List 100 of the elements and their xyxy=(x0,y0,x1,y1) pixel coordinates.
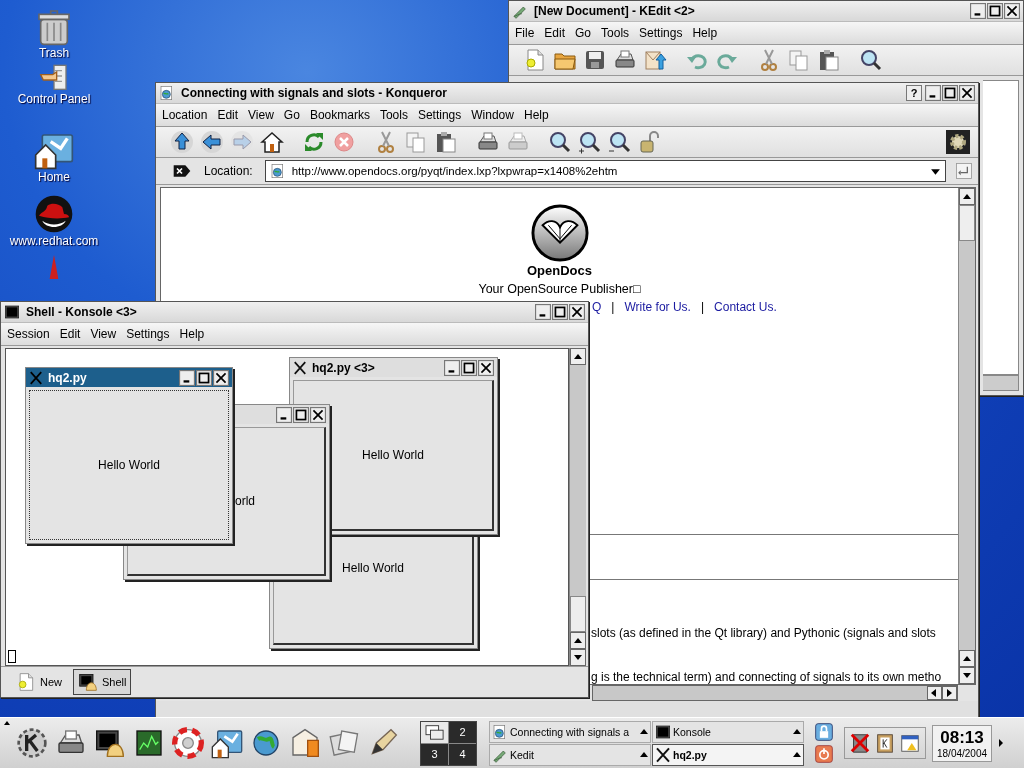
terminal-shell-icon[interactable] xyxy=(94,727,126,759)
magnifier-icon[interactable] xyxy=(548,130,572,154)
home-folder-icon[interactable] xyxy=(211,727,243,759)
desktop-icon-label[interactable]: Trash xyxy=(38,46,70,60)
desktop-icon-label[interactable]: Control Panel xyxy=(17,92,91,106)
k-menu-icon[interactable] xyxy=(16,727,48,759)
menu-item[interactable]: View xyxy=(90,327,117,341)
task-button[interactable]: Kedit xyxy=(489,743,651,766)
envelope-icon[interactable] xyxy=(643,48,667,72)
home-icon[interactable] xyxy=(260,130,284,154)
horizontal-scrollbar[interactable] xyxy=(592,685,958,701)
desktop-button[interactable]: 2 xyxy=(449,721,476,743)
logout-icon[interactable] xyxy=(814,744,834,764)
window-title: Connecting with signals and slots - Konqueror xyxy=(181,86,447,100)
close-icon[interactable] xyxy=(959,85,975,101)
globe-page-icon xyxy=(492,723,508,740)
desktop-button[interactable]: 3 xyxy=(421,743,448,765)
text-editor-area[interactable] xyxy=(983,80,1019,375)
lock-screen-icon[interactable] xyxy=(814,722,834,742)
nav-link[interactable]: Q xyxy=(592,300,602,314)
maximize-icon[interactable] xyxy=(461,359,477,376)
maximize-icon[interactable] xyxy=(196,369,212,386)
menu-item[interactable]: Edit xyxy=(59,327,81,341)
minimize-icon[interactable] xyxy=(444,359,460,376)
padlock-icon[interactable] xyxy=(638,130,662,154)
menu-item[interactable]: Window xyxy=(471,108,514,122)
close-icon[interactable] xyxy=(478,359,494,376)
desktop-icon-label[interactable]: Home xyxy=(38,170,70,184)
mail-icon[interactable] xyxy=(289,727,321,759)
browser-page-icon xyxy=(159,85,175,101)
text-cursor xyxy=(8,650,16,663)
close-icon[interactable] xyxy=(310,406,326,423)
url-field[interactable]: http://www.opendocs.org/pyqt/index.lxp?lxpwrap=x1408%2ehtm xyxy=(264,160,946,182)
help-button[interactable]: ? xyxy=(906,85,922,101)
clock-time: 08:13 xyxy=(940,727,984,748)
clipboard-crossed-icon[interactable] xyxy=(849,732,871,754)
lifebuoy-icon[interactable] xyxy=(172,727,204,759)
menu-item[interactable]: Settings xyxy=(417,108,462,122)
desktop-button[interactable] xyxy=(421,721,448,743)
x-logo-icon xyxy=(293,360,307,375)
maximize-icon[interactable] xyxy=(552,304,568,320)
globe-icon[interactable] xyxy=(250,727,282,759)
menu-item[interactable]: Go xyxy=(575,26,592,40)
minimize-icon[interactable] xyxy=(179,369,195,386)
close-icon[interactable] xyxy=(213,369,229,386)
nav-link[interactable]: Write for Us. xyxy=(624,300,691,314)
menu-item[interactable]: Tools xyxy=(601,26,630,40)
task-button[interactable]: Connecting with signals a xyxy=(489,720,651,743)
maximize-icon[interactable] xyxy=(942,85,958,101)
menu-item[interactable]: Edit xyxy=(544,26,566,40)
menu-item[interactable]: Edit xyxy=(217,108,239,122)
minimize-icon[interactable] xyxy=(925,85,941,101)
zoom-in-icon[interactable] xyxy=(578,130,602,154)
vertical-scrollbar[interactable] xyxy=(958,188,975,684)
nav-link[interactable]: Contact Us. xyxy=(714,300,777,314)
location-label: Location: xyxy=(204,164,253,178)
clipboard-icon[interactable] xyxy=(874,732,896,754)
paragraph-text: g is the technical term) and connecting of signals to its own metho xyxy=(590,670,943,684)
calendar-icon[interactable] xyxy=(899,732,921,754)
system-monitor-icon[interactable] xyxy=(133,727,165,759)
menu-item[interactable]: File xyxy=(515,26,535,40)
task-button[interactable]: Konsole xyxy=(652,720,804,743)
menu-item[interactable]: View xyxy=(248,108,274,122)
go-icon[interactable] xyxy=(954,161,974,181)
clipboard-icon[interactable] xyxy=(434,130,458,154)
minimize-icon[interactable] xyxy=(535,304,551,320)
hat-logo-icon[interactable] xyxy=(34,194,74,234)
menu-item[interactable]: Settings xyxy=(639,26,683,40)
desktop-icon-label[interactable]: www.redhat.com xyxy=(9,234,99,248)
close-icon[interactable] xyxy=(569,304,585,320)
menu-item[interactable]: Help xyxy=(692,26,718,40)
maximize-icon[interactable] xyxy=(293,406,309,423)
menu-item[interactable]: Location xyxy=(162,108,208,122)
zoom-out-icon[interactable] xyxy=(608,130,632,154)
vertical-scrollbar[interactable] xyxy=(569,348,586,666)
minimize-icon[interactable] xyxy=(970,3,986,19)
horizontal-scrollbar[interactable] xyxy=(983,375,1019,391)
arrow-icon[interactable] xyxy=(998,738,1005,748)
close-icon[interactable] xyxy=(1004,3,1020,19)
window-title: Shell - Konsole <3> xyxy=(26,305,137,319)
maximize-icon[interactable] xyxy=(987,3,1003,19)
documents-icon[interactable] xyxy=(328,727,360,759)
arrow-icon[interactable] xyxy=(4,720,10,726)
session-tab[interactable]: Shell xyxy=(73,669,132,695)
menu-item[interactable]: Help xyxy=(523,108,549,122)
menu-item[interactable]: Help xyxy=(179,327,205,341)
menu-item[interactable]: Tools xyxy=(379,108,408,122)
menu-item[interactable]: Bookmarks xyxy=(309,108,370,122)
reload-icon[interactable] xyxy=(302,130,326,154)
task-button[interactable]: hq2.py xyxy=(652,743,804,766)
clipboard-icon[interactable] xyxy=(817,48,841,72)
gear-icon[interactable] xyxy=(946,130,970,154)
desktop-button[interactable]: 4 xyxy=(449,743,476,765)
magnifier-icon[interactable] xyxy=(859,48,883,72)
menu-item[interactable]: Go xyxy=(283,108,300,122)
menu-item[interactable]: Session xyxy=(7,327,50,341)
menu-item[interactable]: Settings xyxy=(126,327,170,341)
minimize-icon[interactable] xyxy=(276,406,292,423)
window-title: [New Document] - KEdit <2> xyxy=(534,4,695,18)
clock[interactable]: 08:13 18/04/2004 xyxy=(932,724,993,762)
